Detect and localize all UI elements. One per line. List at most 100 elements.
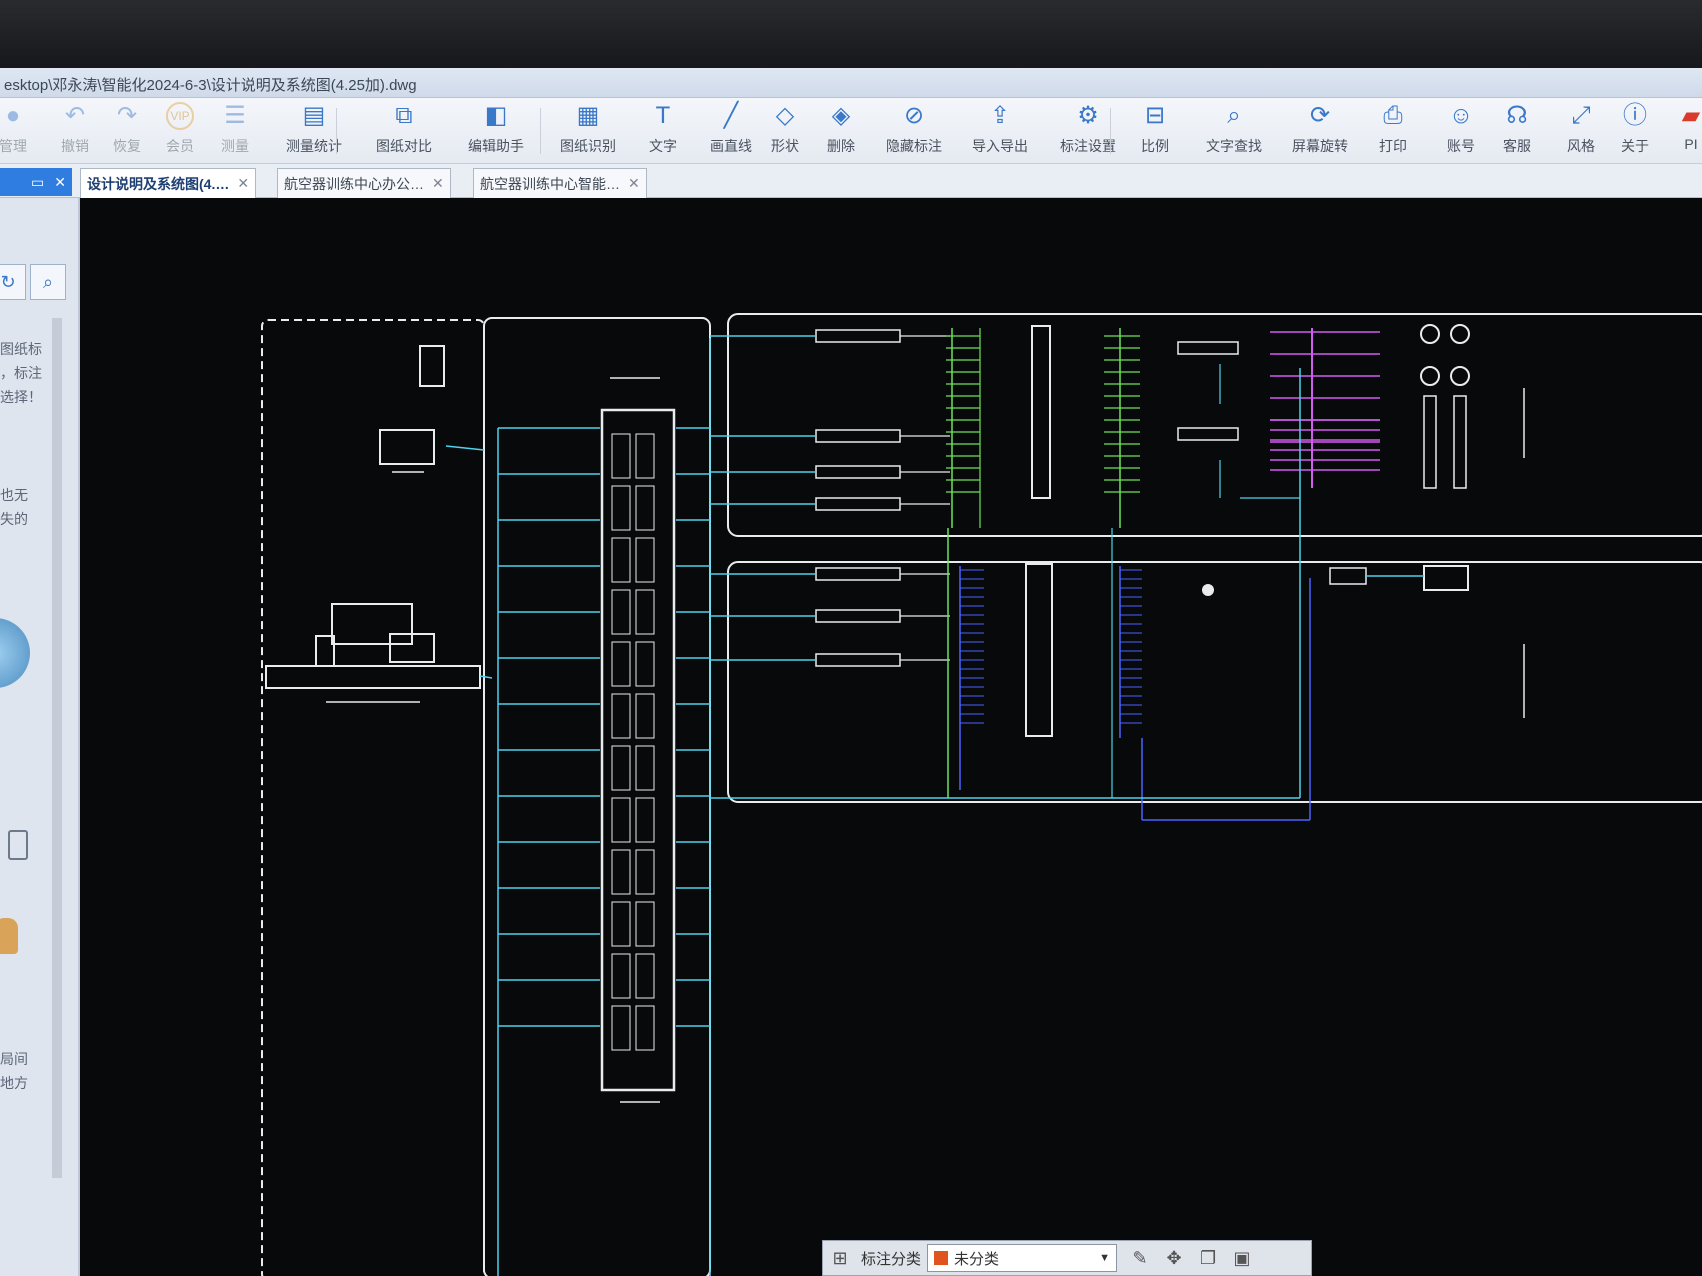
toolbar-button-print[interactable]: ⎙ 打印 [1378,98,1408,164]
restore-icon[interactable]: ▭ [31,174,44,191]
switch-port-block [635,485,655,531]
toolbar-button-annotation-settings[interactable]: ⚙ 标注设置 [1060,98,1116,164]
link-workstation [479,675,493,679]
document-tab-bar: ▭ ✕ 设计说明及系统图(4.… ✕ 航空器训练中心办公… ✕ 航空器训练中心智… [0,164,1702,198]
tab-label: 设计说明及系统图(4.… [87,175,230,192]
toolbar-button-eraser[interactable]: ◈ 删除 [826,98,856,164]
sidebar-text: 失的 [0,511,28,527]
text-icon: T [655,102,671,129]
main-toolbar: ● 管理 ↶ 撤销 ↷ 恢复 VIP 会员 ☰ 测量 ▤ 测量统计 ⧉ 图纸对比 ◧ 编辑助手 ▦ 图纸识别 T 文字… [0,98,1702,164]
move-icon[interactable]: ✥ [1157,1241,1191,1275]
tab-office-drawing[interactable]: 航空器训练中心办公… ✕ [277,168,451,198]
avatar [0,918,18,954]
grid-icon[interactable]: ⊞ [823,1241,857,1275]
sidebar-scrollbar[interactable] [52,318,62,1178]
toolbar-button-vip[interactable]: VIP 会员 [166,98,194,164]
toolbar-label: 画直线 [710,138,752,154]
toolbar-button-folder-manage[interactable]: ● 管理 [0,98,28,164]
drawing-canvas[interactable] [80,198,1702,1276]
switch-port-block [611,953,631,999]
toolbar-separator [336,108,337,154]
switch-port-block [635,433,655,479]
refresh-icon[interactable]: ↻ [0,264,26,300]
amplifier-device [1177,341,1239,355]
switch-port-block [635,849,655,895]
toolbar-button-shape[interactable]: ◇ 形状 [770,98,800,164]
close-icon[interactable]: ✕ [54,174,66,191]
toolbar-button-text[interactable]: T 文字 [648,98,678,164]
toolbar-button-account[interactable]: ☺ 账号 [1446,98,1476,164]
toolbar-button-redo[interactable]: ↷ 恢复 [112,98,142,164]
toolbar-label: 屏幕旋转 [1292,138,1348,154]
speaker-icon [1420,366,1440,386]
about-icon: ⓘ [1623,102,1647,129]
toolbar-button-about[interactable]: ⓘ 关于 [1620,98,1650,164]
toolbar-button-text-search[interactable]: ⌕ 文字查找 [1206,98,1262,164]
switch-port-block [611,537,631,583]
rack-device [815,653,901,667]
toolbar-button-undo[interactable]: ↶ 撤销 [60,98,90,164]
toolbar-separator [540,108,541,154]
edit-icon[interactable]: ✎ [1123,1241,1157,1275]
toolbar-label: 客服 [1503,138,1531,154]
toolbar-button-drawing-compare[interactable]: ⧉ 图纸对比 [376,98,432,164]
drawing-compare-icon: ⧉ [395,102,413,129]
amplifier-device [1177,427,1239,441]
panel-tab-button[interactable]: ▭ ✕ [0,168,72,196]
toolbar-label: 形状 [771,138,799,154]
toolbar-label: 管理 [0,138,27,154]
rack-device [815,465,901,479]
toolbar-button-scale[interactable]: ⊟ 比例 [1140,98,1170,164]
window-titlebar: esktop\邓永涛\智能化2024-6-3\设计说明及系统图(4.25加).d… [0,68,1702,98]
toolbar-button-hide-annotation[interactable]: ⊘ 隐藏标注 [886,98,942,164]
toolbar-label: 删除 [827,138,855,154]
sidebar-text: 地方 [0,1075,28,1091]
toolbar-button-style[interactable]: ⤢ 风格 [1566,98,1596,164]
hand-cursor-icon [1202,584,1214,596]
sidebar-text: 局间 [0,1051,28,1067]
toolbar-label: 打印 [1379,138,1407,154]
search-icon[interactable]: ⌕ [30,264,66,300]
toolbar-label: 标注设置 [1060,138,1116,154]
category-color-swatch [934,1251,949,1265]
print-icon: ⎙ [1383,102,1403,129]
toolbar-button-edit-assistant[interactable]: ◧ 编辑助手 [468,98,524,164]
copy-icon[interactable]: ❐ [1191,1241,1225,1275]
toolbar-button-pdf[interactable]: ▰ PI [1676,98,1702,164]
switch-port-block [611,589,631,635]
tab-design-notes[interactable]: 设计说明及系统图(4.… ✕ [80,168,257,198]
style-icon: ⤢ [1571,102,1591,129]
switch-port-block [635,693,655,739]
column-speaker [1423,395,1437,489]
toolbar-label: 隐藏标注 [886,138,942,154]
toolbar-button-measure-stats[interactable]: ▤ 测量统计 [286,98,342,164]
toolbar-button-screen-rotate[interactable]: ⟳ 屏幕旋转 [1292,98,1348,164]
toolbar-button-drawing-recognition[interactable]: ▦ 图纸识别 [560,98,616,164]
toolbar-label: 测量 [221,138,249,154]
toolbar-button-measure[interactable]: ☰ 测量 [220,98,250,164]
switch-port-block [611,797,631,843]
annotation-category-select[interactable]: 未分类 ▼ [927,1244,1118,1272]
cad-system-diagram [261,313,1702,1276]
switch-port-block [611,693,631,739]
switch-port-block [611,485,631,531]
toolbar-button-import-export[interactable]: ⇪ 导入导出 [972,98,1028,164]
close-icon[interactable]: ✕ [628,175,640,192]
hide-annotation-icon: ⊘ [903,102,925,129]
toolbar-button-support[interactable]: ☊ 客服 [1502,98,1532,164]
toolbar-label: 图纸对比 [376,138,432,154]
pdf-icon: ▰ [1681,102,1701,129]
switch-port-block [635,797,655,843]
toolbar-label: 比例 [1141,138,1169,154]
tab-intelligent-drawing[interactable]: 航空器训练中心智能… ✕ [473,168,647,198]
switch-port-block [635,537,655,583]
switch-port-block [635,1005,655,1051]
paste-icon[interactable]: ▣ [1225,1241,1259,1275]
close-icon[interactable]: ✕ [432,175,444,192]
window-title: esktop\邓永涛\智能化2024-6-3\设计说明及系统图(4.25加).d… [4,77,417,94]
toolbar-button-line[interactable]: ╱ 画直线 [710,98,752,164]
switch-port-block [611,745,631,791]
toolbar-separator [1110,108,1111,154]
tab-label: 航空器训练中心办公… [284,175,424,192]
close-icon[interactable]: ✕ [237,175,249,192]
